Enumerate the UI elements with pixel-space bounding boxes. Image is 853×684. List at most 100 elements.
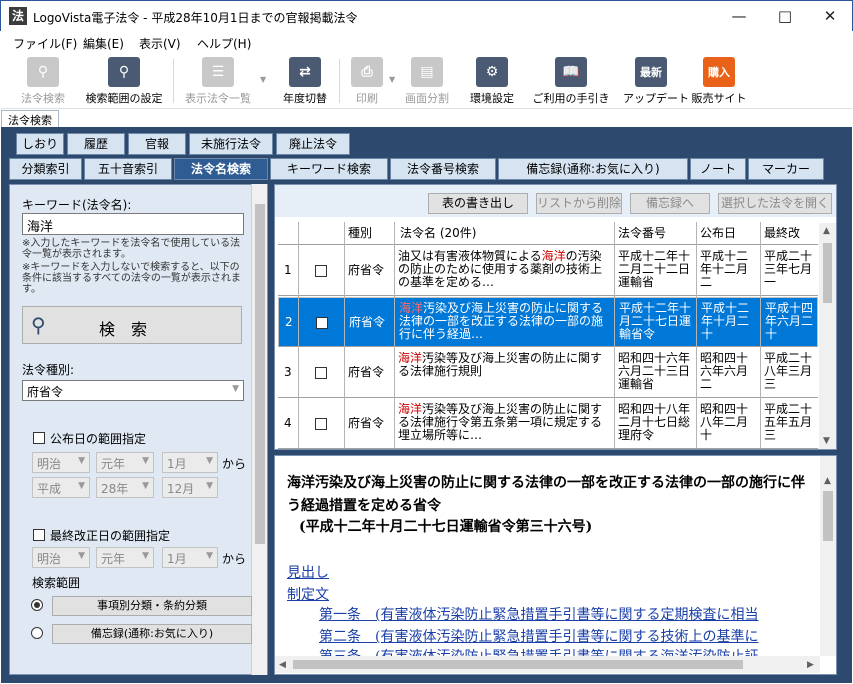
row-checkbox[interactable] <box>315 418 327 430</box>
split-view-button[interactable]: ▤ 画面分割 <box>401 55 453 107</box>
update-icon: 最新 <box>635 57 667 87</box>
from-label: から <box>222 457 247 471</box>
chevron-down-icon: ▼ <box>142 481 149 491</box>
remove-from-list-button[interactable]: リストから削除 <box>536 193 622 214</box>
pub-to-month-select[interactable]: 12月 ▼ <box>162 477 218 498</box>
search-scope-button[interactable]: ⚲ 検索範囲の設定 <box>81 55 167 107</box>
scroll-down-icon[interactable]: ▼ <box>823 436 830 446</box>
update-button[interactable]: 最新 アップデート <box>623 55 689 107</box>
tab-repealed[interactable]: 廃止法令 <box>276 133 350 155</box>
rev-from-month-select[interactable]: 1月 ▼ <box>162 547 218 568</box>
document-subtitle: (平成十二年十月二十七日運輸省令第三十六号) <box>299 519 593 535</box>
tab-memo[interactable]: 備忘録(通称:お気に入り) <box>498 158 688 180</box>
scroll-left-icon[interactable]: ◀ <box>279 660 286 670</box>
tab-law-name-search[interactable]: 法令名検索 <box>174 158 268 180</box>
table-row[interactable]: 3 府省令 海洋汚染等及び海上災害の防止に関する法律施行規則 昭和四十六年六月二十三日… <box>278 348 818 398</box>
chevron-down-icon: ▼ <box>78 456 85 466</box>
row-checkbox[interactable] <box>315 265 327 277</box>
user-guide-button[interactable]: 📖 ご利用の手引き <box>529 55 613 107</box>
header-law-name: 法令名 (20件) <box>400 227 477 240</box>
tab-markers[interactable]: マーカー <box>748 158 824 180</box>
tab-keyword-search[interactable]: キーワード検索 <box>270 158 388 180</box>
keyword-input[interactable]: 海洋 <box>22 213 244 235</box>
swap-arrows-icon: ⇄ <box>289 57 321 87</box>
add-to-memo-button[interactable]: 備忘録へ <box>630 193 710 214</box>
close-button[interactable]: ✕ <box>807 1 853 31</box>
table-row[interactable]: 2 府省令 海洋汚染及び海上災害の防止に関する法律の一部を改正する法律の一部の施行に… <box>278 297 818 347</box>
results-scrollbar[interactable]: ▲ ▼ <box>819 223 836 449</box>
pub-to-era-select[interactable]: 平成 ▼ <box>32 477 90 498</box>
shop-button[interactable]: 購入 販売サイト <box>691 55 747 107</box>
print-button[interactable]: ⎙ 印刷 <box>347 55 387 107</box>
row-type: 府省令 <box>348 417 385 430</box>
scrollbar-thumb[interactable] <box>293 660 743 669</box>
law-list-button[interactable]: ☰ 表示法令一覧 <box>179 55 257 107</box>
tab-notes[interactable]: ノート <box>690 158 746 180</box>
tab-unenforced[interactable]: 未施行法令 <box>189 133 273 155</box>
link-headings[interactable]: 見出し <box>287 562 329 582</box>
law-type-select[interactable]: 府省令 ▼ <box>22 380 244 401</box>
pub-from-era-select[interactable]: 明治 ▼ <box>32 452 90 473</box>
row-last-revised: 平成十四年六月二十 <box>765 302 814 341</box>
maximize-button[interactable]: □ <box>762 1 808 31</box>
row-checkbox[interactable] <box>316 317 328 329</box>
scroll-right-icon[interactable]: ▶ <box>807 660 814 670</box>
left-scrollbar[interactable] <box>251 184 267 675</box>
row-checkbox[interactable] <box>315 367 327 379</box>
tab-history[interactable]: 履歴 <box>67 133 125 155</box>
document-hscrollbar[interactable]: ◀ ▶ <box>275 656 820 673</box>
settings-button[interactable]: ⚙ 環境設定 <box>465 55 519 107</box>
link-enactment[interactable]: 制定文 <box>287 584 329 604</box>
rev-range-checkbox[interactable] <box>33 529 45 541</box>
minimize-button[interactable]: — <box>716 1 762 31</box>
document-vscrollbar[interactable]: ▲ <box>820 456 836 656</box>
menu-view[interactable]: 表示(V) <box>139 35 181 52</box>
menu-help[interactable]: ヘルプ(H) <box>197 35 251 52</box>
tab-gazette[interactable]: 官報 <box>128 133 186 155</box>
rev-from-year-select[interactable]: 元年 ▼ <box>96 547 154 568</box>
pub-range-checkbox[interactable] <box>33 432 45 444</box>
pub-to-year-select[interactable]: 28年 ▼ <box>96 477 154 498</box>
scrollbar-thumb[interactable] <box>823 243 832 303</box>
scope-radio-memo[interactable] <box>31 627 43 639</box>
scrollbar-thumb[interactable] <box>255 204 265 544</box>
printer-icon: ⎙ <box>351 57 383 87</box>
column-divider <box>298 222 299 448</box>
document-viewer: 海洋汚染及び海上災害の防止に関する法律の一部を改正する法律の一部の施行に伴う経過… <box>274 455 837 675</box>
tab-syllabary-index[interactable]: 五十音索引 <box>84 158 172 180</box>
pub-from-month-select[interactable]: 1月 ▼ <box>162 452 218 473</box>
row-pub-date: 平成十二年十二月二 <box>700 250 749 289</box>
column-divider <box>614 222 615 448</box>
rev-from-era-select[interactable]: 明治 ▼ <box>32 547 90 568</box>
column-divider <box>344 222 345 448</box>
tab-law-number-search[interactable]: 法令番号検索 <box>390 158 496 180</box>
dropdown-arrow-icon[interactable]: ▼ <box>389 75 395 84</box>
export-table-button[interactable]: 表の書き出し <box>428 193 528 214</box>
pub-from-year-select[interactable]: 元年 ▼ <box>96 452 154 473</box>
scope-radio-category[interactable] <box>31 599 43 611</box>
open-selected-button[interactable]: 選択した法令を開く <box>718 193 832 214</box>
scrollbar-thumb[interactable] <box>823 491 833 541</box>
table-row[interactable]: 4 府省令 海洋汚染等及び海上災害の防止に関する法律施行令第五条第一項に規定する埋立… <box>278 399 818 449</box>
search-button[interactable]: ⚲ 検 索 <box>22 306 242 344</box>
menu-edit[interactable]: 編集(E) <box>83 35 124 52</box>
document-tab[interactable]: 法令検索 <box>1 110 59 127</box>
table-row[interactable]: 1 府省令 油又は有害液体物質による海洋の汚染の防止のために使用する薬剤の技術上の基… <box>278 246 818 296</box>
link-article-1[interactable]: 第一条 (有害液体汚染防止緊急措置手引書等に関する定期検査に相当 <box>319 604 758 624</box>
gear-icon: ⚙ <box>476 57 508 87</box>
tab-bookmarks[interactable]: しおり <box>16 133 64 155</box>
dropdown-arrow-icon[interactable]: ▼ <box>260 75 266 84</box>
scope-category-button[interactable]: 事項別分類・条約分類 <box>52 596 252 616</box>
row-type: 府省令 <box>348 366 385 379</box>
scroll-up-icon[interactable]: ▲ <box>823 226 830 236</box>
tab-category-index[interactable]: 分類索引 <box>9 158 82 180</box>
menu-file[interactable]: ファイル(F) <box>13 35 77 52</box>
chevron-down-icon: ▼ <box>78 551 85 561</box>
link-article-2[interactable]: 第二条 (有害液体汚染防止緊急措置手引書等に関する技術上の基準に <box>319 626 758 646</box>
scroll-up-icon[interactable]: ▲ <box>824 476 831 486</box>
scope-memo-button[interactable]: 備忘録(通称:お気に入り) <box>52 624 252 644</box>
row-pub-date: 昭和四十八年二月十 <box>700 403 749 442</box>
scope-label: 検索範囲 <box>32 576 81 590</box>
year-switch-button[interactable]: ⇄ 年度切替 <box>278 55 332 107</box>
law-search-button[interactable]: ⚲ 法令検索 <box>15 55 71 107</box>
